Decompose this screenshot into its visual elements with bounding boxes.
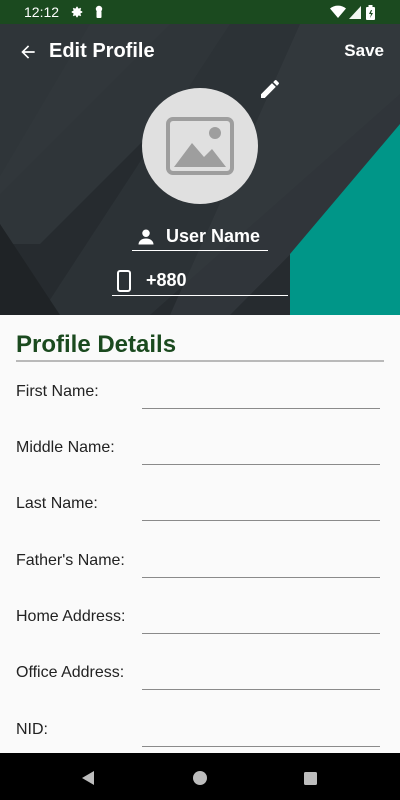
phone-text: +880 [146, 270, 187, 290]
first-name-label: First Name: [16, 383, 99, 400]
office-address-input[interactable] [142, 664, 380, 690]
home-address-row: Home Address: [0, 608, 400, 648]
image-placeholder-icon [166, 117, 234, 175]
battery-icon [366, 4, 375, 20]
username-field[interactable]: User Name [132, 223, 268, 251]
phone-icon [112, 269, 136, 293]
fathers-name-row: Father's Name: [0, 552, 400, 592]
back-triangle-icon[interactable] [76, 766, 100, 790]
home-address-label: Home Address: [16, 608, 126, 625]
first-name-input[interactable] [142, 383, 380, 409]
last-name-row: Last Name: [0, 495, 400, 535]
signal-icon [349, 4, 361, 20]
fathers-name-input[interactable] [142, 552, 380, 578]
profile-details-section: Profile Details First Name: Middle Name:… [0, 315, 400, 753]
username-text: User Name [166, 226, 261, 246]
wifi-icon [330, 4, 346, 20]
first-name-row: First Name: [0, 383, 400, 423]
middle-name-input[interactable] [142, 439, 380, 465]
arrow-left-icon [21, 45, 35, 59]
nid-input[interactable] [142, 721, 380, 747]
middle-name-row: Middle Name: [0, 439, 400, 479]
middle-name-label: Middle Name: [16, 439, 115, 456]
page-title: Edit Profile [49, 40, 155, 62]
back-button[interactable] [14, 38, 42, 66]
save-button[interactable]: Save [344, 41, 384, 61]
office-address-label: Office Address: [16, 664, 125, 681]
pencil-icon[interactable] [258, 77, 282, 101]
office-address-row: Office Address: [0, 664, 400, 704]
section-divider [16, 360, 384, 362]
profile-header: Edit Profile Save User Name +880 [0, 24, 400, 315]
notification-icon [93, 4, 105, 20]
home-circle-icon[interactable] [188, 766, 212, 790]
recents-square-icon[interactable] [298, 766, 322, 790]
phone-field[interactable]: +880 [112, 266, 288, 296]
fathers-name-label: Father's Name: [16, 552, 125, 569]
section-title: Profile Details [16, 331, 177, 358]
avatar[interactable] [142, 88, 258, 204]
last-name-input[interactable] [142, 495, 380, 521]
nid-label: NID: [16, 721, 48, 738]
home-address-input[interactable] [142, 608, 380, 634]
status-time: 12:12 [24, 4, 60, 20]
system-nav-bar [0, 753, 400, 800]
gear-icon [70, 4, 84, 20]
status-bar: 12:12 [0, 0, 400, 24]
last-name-label: Last Name: [16, 495, 98, 512]
person-icon [134, 225, 158, 249]
